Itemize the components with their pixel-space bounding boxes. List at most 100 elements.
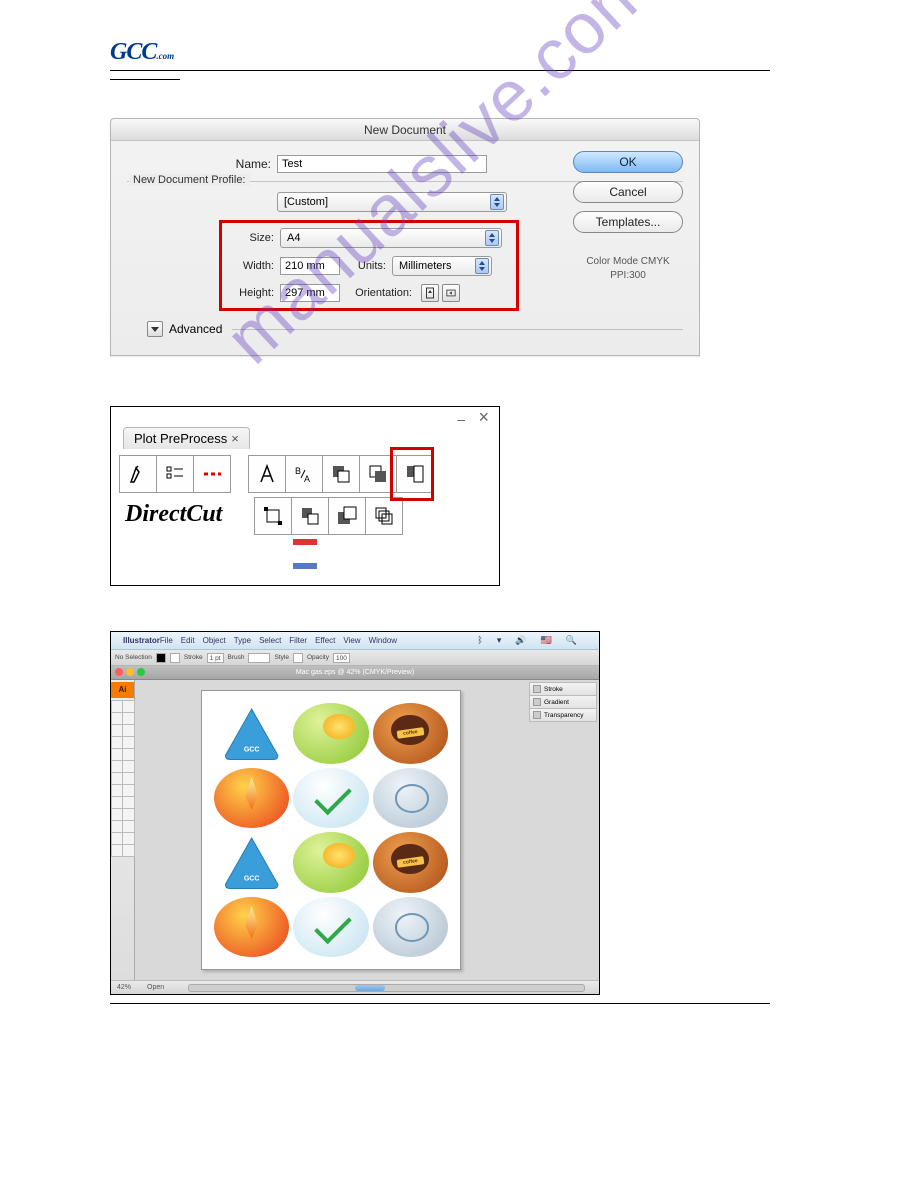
badge-flame: [214, 768, 289, 829]
badge-triangle: GCC: [214, 832, 289, 893]
menu-edit[interactable]: Edit: [181, 636, 195, 645]
brush-label: Brush: [228, 654, 245, 661]
tool-highlight-box: [390, 447, 434, 501]
close-icon[interactable]: ×: [478, 407, 489, 428]
flag-icon[interactable]: 🇺🇸: [541, 635, 552, 646]
stroke-swatch[interactable]: [170, 653, 180, 663]
panel-gradient[interactable]: Gradient: [529, 695, 597, 709]
volume-icon[interactable]: 🔊: [515, 635, 526, 646]
badge-coffee: [373, 703, 448, 764]
menu-bar: Illustrator File Edit Object Type Select…: [111, 632, 599, 650]
style-select[interactable]: [293, 653, 303, 663]
width-label: Width:: [228, 260, 280, 272]
traffic-zoom-icon[interactable]: [137, 668, 145, 676]
svg-text:A: A: [304, 474, 310, 484]
badge-coffee: [373, 832, 448, 893]
stack-icon[interactable]: [365, 497, 403, 535]
size-dropdown[interactable]: A4: [280, 228, 502, 248]
overlap-1-icon[interactable]: [322, 455, 360, 493]
size-label: Size:: [228, 232, 280, 244]
size-highlight-box: Size: A4 Width: Units: Millimeters: [219, 220, 519, 311]
menu-view[interactable]: View: [343, 636, 360, 645]
panel-title: DirectCut: [119, 501, 251, 532]
badge-check: [293, 768, 368, 829]
templates-button[interactable]: Templates...: [573, 211, 683, 233]
orientation-portrait-button[interactable]: [421, 284, 439, 302]
overlap-twist-icon[interactable]: [328, 497, 366, 535]
menu-type[interactable]: Type: [234, 636, 251, 645]
zoom-level[interactable]: 42%: [117, 984, 131, 991]
toolbox: Ai: [111, 680, 135, 980]
svg-text:GCC: GCC: [244, 746, 260, 753]
menu-file[interactable]: File: [160, 636, 173, 645]
outline-a-icon[interactable]: [248, 455, 286, 493]
new-document-dialog: New Document Name: New Document Profile:…: [110, 118, 700, 356]
ok-button[interactable]: OK: [573, 151, 683, 173]
badge-gear: [373, 768, 448, 829]
menu-filter[interactable]: Filter: [289, 636, 307, 645]
document-titlebar: Mac gas.eps @ 42% (CMYK/Preview): [111, 666, 599, 680]
badge-gear: [373, 897, 448, 958]
wifi-icon[interactable]: ▾: [497, 635, 502, 646]
right-panels: Stroke Gradient Transparency: [527, 680, 599, 980]
corners-icon[interactable]: [254, 497, 292, 535]
badge-check: [293, 897, 368, 958]
color-mode-info: Color Mode CMYK PPI:300: [573, 255, 683, 283]
name-input[interactable]: [277, 155, 487, 173]
stroke-label: Stroke: [184, 654, 203, 661]
svg-text:B: B: [295, 466, 301, 476]
bluetooth-icon[interactable]: ᛒ: [477, 635, 482, 646]
bottom-rule: [110, 1003, 770, 1004]
canvas[interactable]: GCC GCC: [135, 680, 527, 980]
panel-transparency[interactable]: Transparency: [529, 708, 597, 722]
style-label: Style: [274, 654, 288, 661]
menu-effect[interactable]: Effect: [315, 636, 335, 645]
traffic-min-icon[interactable]: [126, 668, 134, 676]
blue-swatch: [293, 563, 317, 569]
width-input[interactable]: [280, 257, 340, 275]
panel-stroke[interactable]: Stroke: [529, 682, 597, 696]
dash-icon[interactable]: [193, 455, 231, 493]
overlap-shift-icon[interactable]: [291, 497, 329, 535]
advanced-label: Advanced: [169, 322, 222, 336]
menu-window[interactable]: Window: [369, 636, 397, 645]
red-swatch: [293, 539, 317, 545]
opacity-input[interactable]: 100: [333, 653, 350, 663]
name-label: Name:: [127, 157, 277, 171]
tab-close-icon[interactable]: ×: [231, 431, 239, 446]
scrollbar[interactable]: [188, 984, 585, 992]
stroke-weight[interactable]: 1 pt: [207, 653, 224, 663]
badge-lemon: [293, 832, 368, 893]
menu-select[interactable]: Select: [259, 636, 281, 645]
ai-logo-icon: Ai: [111, 682, 134, 698]
list-icon[interactable]: [156, 455, 194, 493]
selection-status: No Selection: [115, 654, 152, 661]
pen-icon[interactable]: [119, 455, 157, 493]
profile-dropdown[interactable]: [Custom]: [277, 192, 507, 212]
dialog-title: New Document: [111, 119, 699, 141]
orientation-landscape-button[interactable]: [442, 284, 460, 302]
illustrator-screenshot: Illustrator File Edit Object Type Select…: [110, 631, 600, 995]
advanced-toggle[interactable]: [147, 321, 163, 337]
units-dropdown[interactable]: Millimeters: [392, 256, 492, 276]
units-label: Units:: [340, 260, 392, 272]
fill-swatch[interactable]: [156, 653, 166, 663]
svg-text:GCC: GCC: [244, 875, 260, 882]
height-input[interactable]: [280, 284, 340, 302]
spotlight-icon[interactable]: 🔍: [566, 635, 577, 646]
minimize-icon[interactable]: –: [457, 411, 465, 427]
app-name: Illustrator: [123, 636, 160, 645]
sort-ba-icon[interactable]: BA: [285, 455, 323, 493]
brush-select[interactable]: [248, 653, 270, 663]
status-bar: 42% Open: [111, 980, 599, 994]
top-rule: [110, 70, 770, 71]
menu-object[interactable]: Object: [203, 636, 226, 645]
cancel-button[interactable]: Cancel: [573, 181, 683, 203]
zoom-tool[interactable]: [122, 844, 135, 857]
height-label: Height:: [228, 287, 280, 299]
orientation-label: Orientation:: [340, 287, 418, 299]
badge-lemon: [293, 703, 368, 764]
panel-tab[interactable]: Plot PreProcess×: [123, 427, 250, 449]
traffic-close-icon[interactable]: [115, 668, 123, 676]
plot-preprocess-panel: – × Plot PreProcess× BA DirectCut: [110, 406, 500, 586]
